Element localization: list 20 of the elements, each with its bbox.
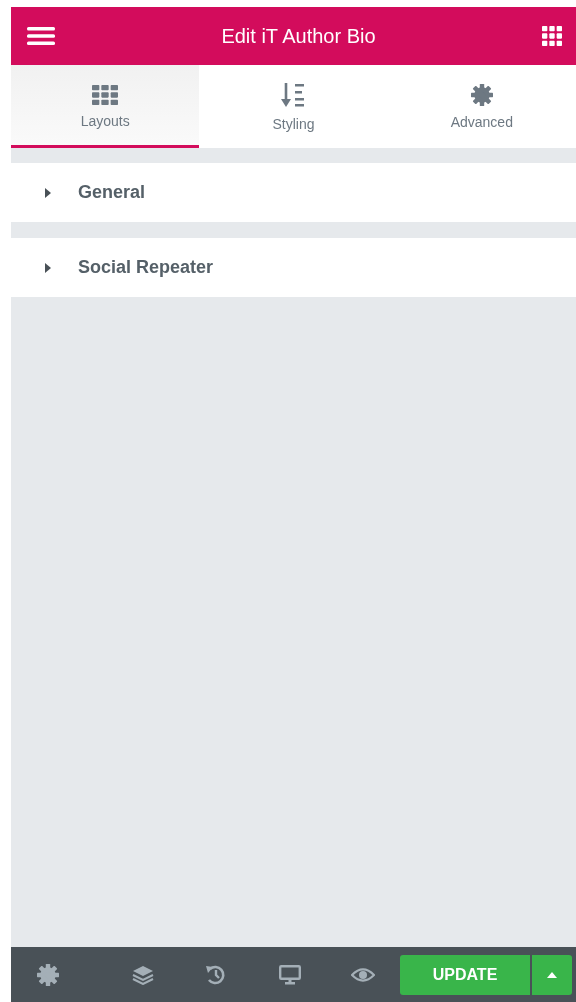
menu-button[interactable]	[27, 26, 55, 46]
options-button[interactable]	[532, 954, 572, 995]
eye-icon	[351, 966, 376, 983]
caret-up-icon	[547, 971, 557, 978]
section-header[interactable]: Social Repeater	[11, 238, 576, 297]
menu-icon	[27, 26, 55, 46]
grid-icon	[542, 26, 562, 46]
monitor-icon	[278, 964, 301, 985]
layers-icon	[132, 964, 155, 985]
section-header[interactable]: General	[11, 163, 576, 222]
update-button[interactable]: UPDATE	[400, 954, 530, 995]
tab[interactable]: Layouts	[11, 65, 200, 148]
gear-icon	[37, 963, 60, 986]
apps-button[interactable]	[542, 26, 562, 46]
caret-icon	[44, 187, 52, 198]
gear-icon	[470, 84, 493, 106]
sort-icon	[281, 82, 306, 108]
panel-title: Edit iT Author Bio	[221, 24, 376, 48]
caret-icon	[44, 262, 52, 273]
grid-icon	[92, 85, 119, 105]
